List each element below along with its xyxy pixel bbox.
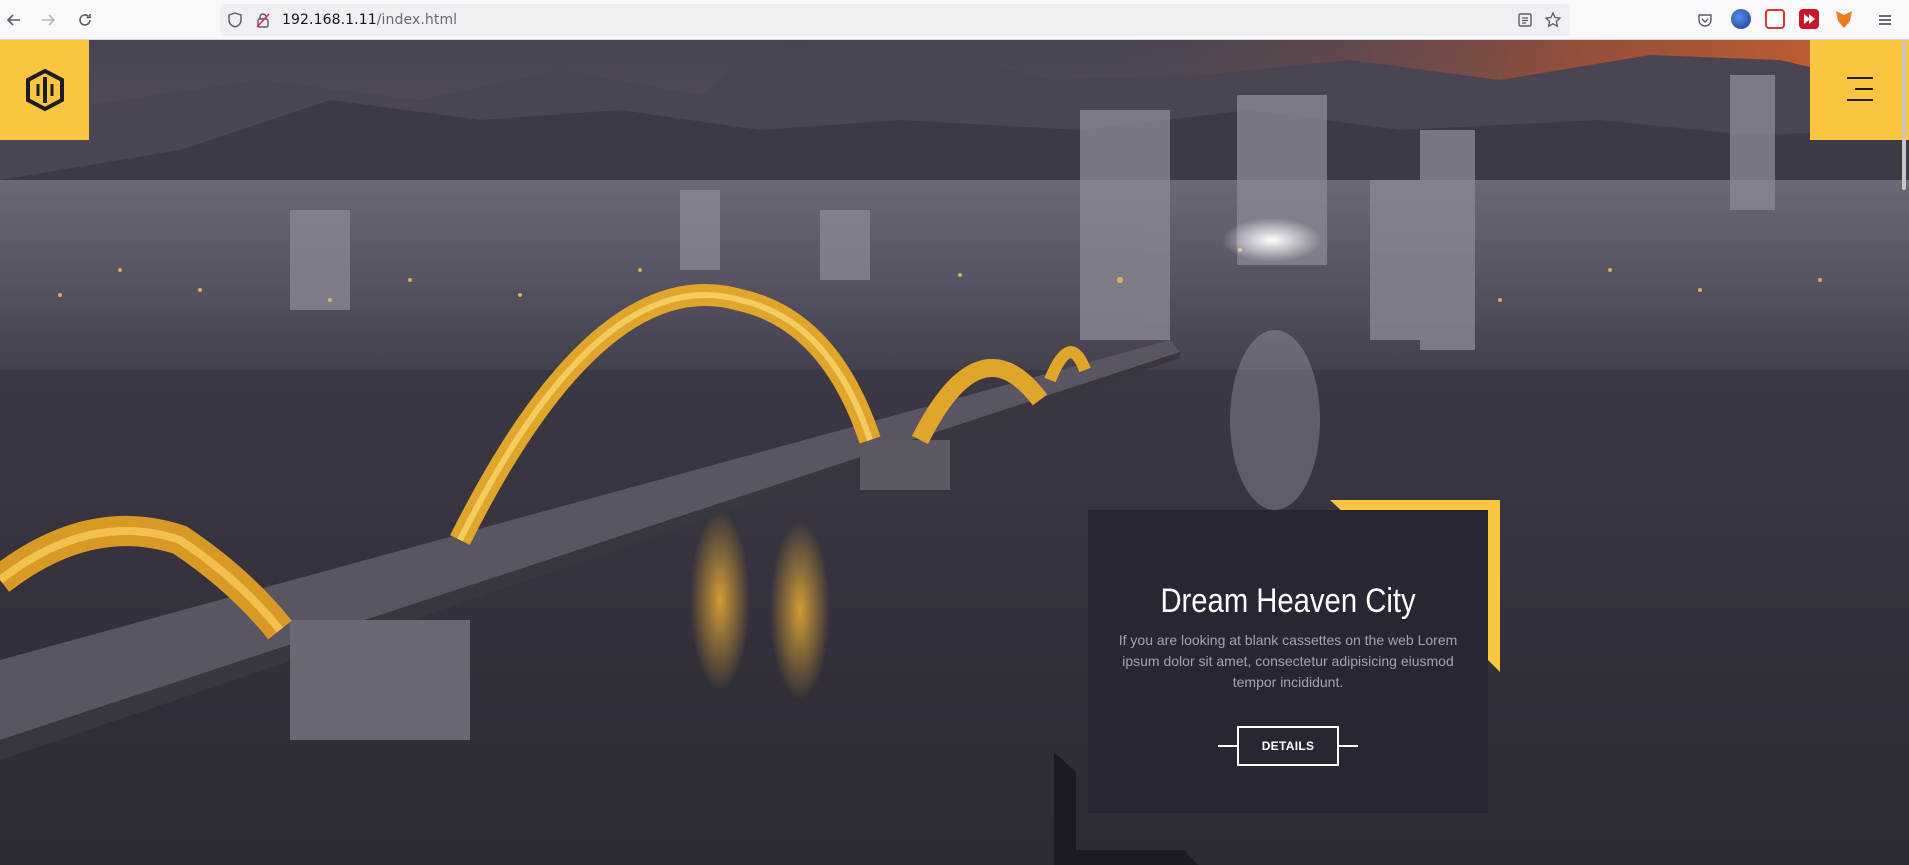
site-logo[interactable]	[0, 40, 89, 140]
forward-icon	[42, 14, 56, 26]
back-button[interactable]	[0, 6, 28, 34]
reload-button[interactable]	[71, 6, 99, 34]
insecure-lock-icon[interactable]	[254, 11, 272, 29]
hero-background-image	[0, 40, 1909, 865]
menu-toggle-button[interactable]	[1810, 40, 1909, 140]
url-text[interactable]: 192.168.1.11/index.html	[282, 12, 457, 28]
card-title: Dream Heaven City	[1160, 582, 1416, 620]
page-scrollbar[interactable]	[1902, 40, 1906, 190]
fast-forward-icon	[1804, 14, 1815, 24]
reload-icon	[79, 14, 91, 26]
url-bar[interactable]: 192.168.1.11/index.html	[220, 4, 1570, 36]
forward-button[interactable]	[34, 6, 62, 34]
reader-view-icon[interactable]	[1516, 11, 1534, 29]
metamask-icon[interactable]	[1836, 11, 1852, 28]
extension-icon[interactable]	[1799, 9, 1819, 29]
hexagon-logo-icon	[25, 68, 64, 112]
card-description: If you are looking at blank cassettes on…	[1118, 632, 1458, 690]
details-right-line	[1338, 745, 1358, 747]
browser-toolbar: 192.168.1.11/index.html	[0, 0, 1909, 40]
app-menu-button[interactable]	[1871, 6, 1899, 34]
shield-icon[interactable]	[226, 11, 244, 29]
details-left-line	[1218, 745, 1238, 747]
pocket-button[interactable]	[1691, 6, 1719, 34]
hero-section: Dream Heaven City If you are looking at …	[0, 40, 1909, 865]
bookmark-star-icon[interactable]	[1544, 11, 1562, 29]
account-icon[interactable]	[1731, 9, 1751, 29]
back-icon	[6, 14, 20, 26]
details-button-group: DETAILS	[1218, 726, 1358, 766]
pocket-icon	[1698, 14, 1712, 27]
feature-card: Dream Heaven City If you are looking at …	[1088, 510, 1488, 813]
app-menu-icon	[1879, 15, 1891, 25]
extension-icon[interactable]	[1765, 9, 1785, 29]
details-button[interactable]: DETAILS	[1237, 726, 1339, 766]
